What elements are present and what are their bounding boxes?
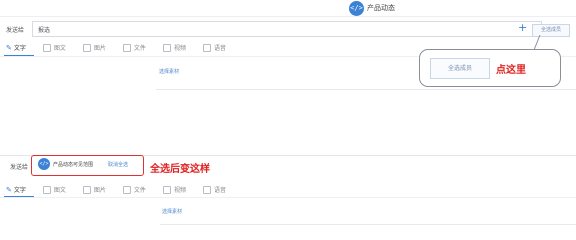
header-divider: [0, 16, 576, 17]
recipient-label: 发送给: [6, 27, 25, 34]
microphone-icon: [202, 43, 211, 52]
content-divider: [160, 224, 576, 225]
tab-label: 图片: [93, 187, 106, 194]
choose-material-link[interactable]: 选择素材: [159, 68, 179, 75]
tab-image-text[interactable]: 图文: [42, 185, 66, 194]
tab-voice[interactable]: 语音: [202, 43, 226, 52]
recipient-value: 报选: [38, 27, 51, 34]
message-type-tabs: ✎ 文字 图文 图片 文件 视频 语音: [6, 43, 243, 52]
tab-label: 文件: [133, 45, 146, 52]
image-icon: [82, 185, 91, 194]
image-text-icon: [42, 43, 51, 52]
choose-material-link[interactable]: 选择素材: [162, 208, 182, 215]
file-icon: [122, 43, 131, 52]
video-icon: [162, 43, 171, 52]
tab-file[interactable]: 文件: [122, 185, 146, 194]
video-icon: [162, 185, 171, 194]
tab-label: 图文: [53, 45, 66, 52]
tab-video[interactable]: 视频: [162, 185, 186, 194]
content-divider: [156, 89, 576, 90]
tab-label: 视频: [173, 187, 186, 194]
tab-label: 视频: [173, 45, 186, 52]
tab-label: 文字: [13, 187, 26, 194]
recipient-label: 发送给: [10, 164, 29, 171]
pen-icon: ✎: [6, 185, 12, 194]
tab-text[interactable]: ✎ 文字: [6, 43, 26, 53]
tab-image[interactable]: 图片: [82, 43, 106, 52]
tab-image[interactable]: 图片: [82, 185, 106, 194]
file-icon: [122, 185, 131, 194]
annotation-text: 全选后变这样: [150, 164, 210, 175]
app-logo-icon: </>: [349, 1, 364, 16]
tab-file[interactable]: 文件: [122, 43, 146, 52]
annotation-text: 点这里: [496, 65, 526, 76]
recipient-chip-label: 产品动态可见范围: [53, 162, 94, 168]
tab-text[interactable]: ✎ 文字: [6, 185, 26, 195]
tab-voice[interactable]: 语音: [202, 185, 226, 194]
add-recipient-button[interactable]: +: [518, 21, 527, 34]
pen-icon: ✎: [6, 43, 12, 52]
annotation-connector: [533, 34, 541, 51]
tab-label: 图文: [53, 187, 66, 194]
tab-label: 语音: [213, 45, 226, 52]
message-type-tabs: ✎ 文字 图文 图片 文件 视频 语音: [6, 185, 243, 194]
code-icon: </>: [38, 158, 50, 170]
tab-label: 文件: [133, 187, 146, 194]
tab-label: 语音: [213, 187, 226, 194]
microphone-icon: [202, 185, 211, 194]
tab-video[interactable]: 视频: [162, 43, 186, 52]
tabs-divider: [0, 197, 576, 198]
select-all-button-zoomed[interactable]: 全选成员: [430, 58, 490, 79]
image-text-icon: [42, 185, 51, 194]
tab-label: 文字: [13, 45, 26, 52]
image-icon: [82, 43, 91, 52]
cancel-select-all-link[interactable]: 取消全选: [108, 161, 128, 168]
tab-image-text[interactable]: 图文: [42, 43, 66, 52]
recipient-input[interactable]: 报选: [32, 21, 542, 37]
app-title: 产品动态: [367, 4, 395, 12]
tab-label: 图片: [93, 45, 106, 52]
